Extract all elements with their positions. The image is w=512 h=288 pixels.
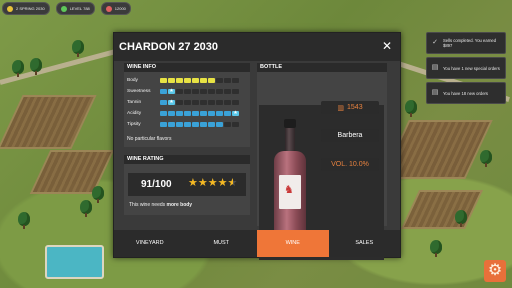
attribute-label: Body [127,77,138,83]
calendar-icon [7,5,13,12]
tab-must[interactable]: MUST [186,230,258,257]
alcohol-volume: VOL. 10.0% [331,161,369,168]
deer-icon: ♞ [284,184,294,196]
doc-icon: ▤ [431,64,439,71]
attribute-row-acidity: Acidity ★ [127,110,239,116]
attribute-label: Tannin [127,99,142,105]
vineyard-field[interactable] [0,95,97,149]
tree [430,240,442,257]
level-icon [60,5,67,12]
tree [18,212,30,229]
body-bar [160,77,239,83]
close-icon: ✕ [381,39,393,53]
notification-list: ✓ Sells completed. You earned $897 ▤ You… [426,32,506,107]
notification[interactable]: ▤ You have 1 new special orders [426,57,506,79]
tree [92,186,104,203]
rating-stars: ★ ★ ★ ★ ★ [188,177,237,190]
bottle-title: BOTTLE [257,63,387,72]
tree [80,200,92,217]
modal-title: CHARDON 27 2030 [119,41,219,53]
tannin-bar: ★ [160,99,239,105]
wine-modal: CHARDON 27 2030 ✕ WINE INFO Body Sweetne… [113,32,401,260]
top-hud: 2 SPRING 2030 LEVEL 788 12000 [2,2,131,15]
doc-icon: ▤ [431,89,439,96]
wine-rating-title: WINE RATING [124,155,250,164]
notification-text: You have 1 new special orders [443,65,500,71]
star-icon: ★ [217,177,228,189]
sweetness-bar: ★ [160,88,239,94]
star-icon: ★ [207,177,218,189]
advice-prefix: This wine needs [129,202,167,208]
pond [45,245,104,279]
advice-emphasis: more body [166,202,193,208]
grape-pill: Barbera [321,129,379,142]
level-display: LEVEL 788 [55,2,95,15]
vineyard-field[interactable] [400,190,484,229]
hud-level: LEVEL 788 [69,6,90,11]
gear-icon: ⚙ [487,262,503,279]
tree [72,40,84,57]
tipsity-bar [160,121,239,127]
vol-pill: VOL. 10.0% [321,158,379,171]
acidity-bar: ★ [160,110,239,116]
attribute-row-tipsity: Tipsity [127,121,239,127]
star-icon: ★ [188,177,198,189]
notification-text: Sells completed. You earned $897 [443,38,497,48]
wine-info-panel: WINE INFO [124,63,250,147]
attribute-row-tannin: Tannin ★ [127,99,239,105]
bottle-count-pill: ▥ 1543 [321,101,379,114]
attribute-label: Acidity [127,110,142,116]
modal-header: CHARDON 27 2030 ✕ [114,33,400,61]
tree [12,60,24,77]
tab-wine[interactable]: WINE [257,230,329,257]
bottles-icon: ▥ [337,104,345,112]
half-star-icon: ★ [227,177,238,189]
settings-button[interactable]: ⚙ [484,260,506,282]
notification-text: You have 18 new orders [443,90,489,96]
star-icon: ★ [197,177,208,189]
attribute-label: Tipsity [127,121,141,127]
bottle-count: 1543 [347,104,363,111]
money-display: 12000 [100,2,131,15]
tree [455,210,467,227]
tree [405,100,417,117]
hud-date: 2 SPRING 2030 [16,6,45,11]
tree [480,150,492,167]
tab-vineyard[interactable]: VINEYARD [114,230,186,257]
flavors-text: No particular flavors [127,136,172,142]
attribute-row-sweetness: Sweetness ★ [127,88,239,94]
tree [30,58,42,75]
close-button[interactable]: ✕ [380,39,394,53]
check-icon: ✓ [432,39,438,46]
coin-icon [105,5,112,12]
notification[interactable]: ▤ You have 18 new orders [426,82,506,104]
grape-name: Barbera [337,132,363,139]
hud-money: 12000 [114,6,126,11]
attribute-label: Sweetness [127,88,151,94]
rating-advice: This wine needs more body [129,202,192,208]
notification[interactable]: ✓ Sells completed. You earned $897 [426,32,506,54]
modal-tabs: VINEYARD MUST WINE SALES [114,230,400,257]
tab-sales[interactable]: SALES [329,230,401,257]
wine-info-title: WINE INFO [124,63,250,72]
rating-score: 91/100 [141,179,172,190]
date-display: 2 SPRING 2030 [2,2,50,15]
attribute-row-body: Body [127,77,239,83]
